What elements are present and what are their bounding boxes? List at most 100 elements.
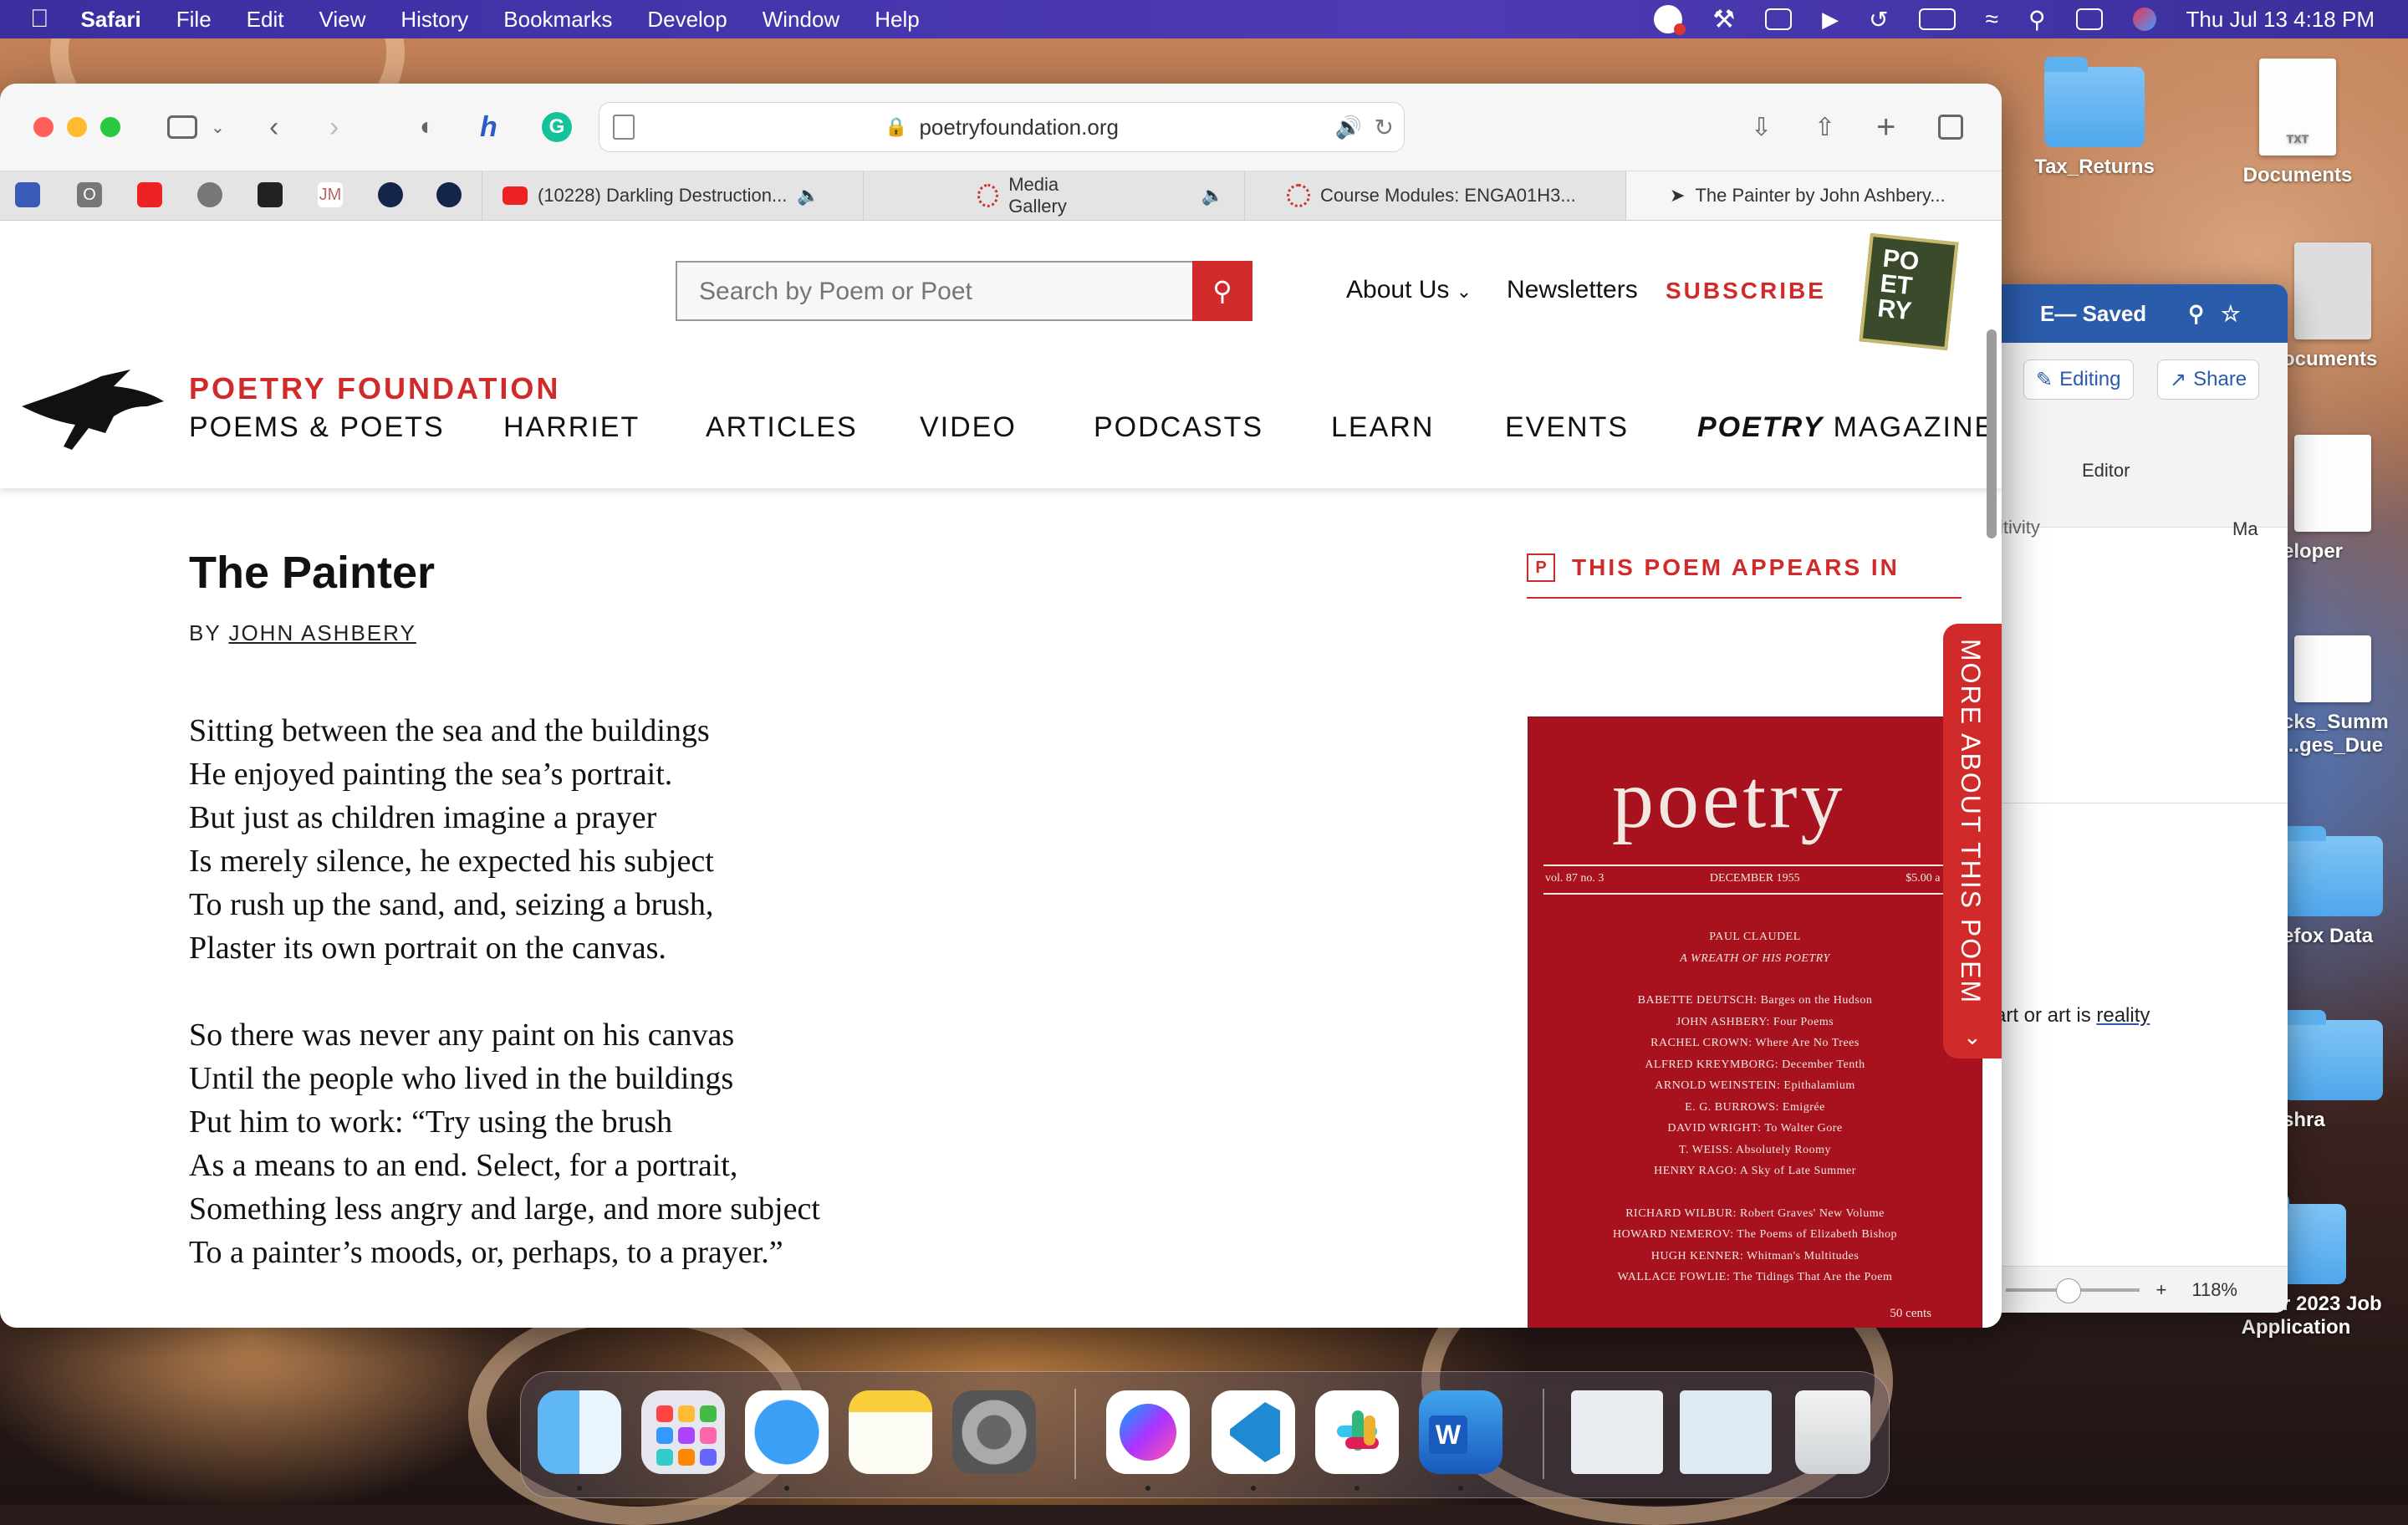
launchpad-icon[interactable] bbox=[641, 1390, 725, 1474]
siri-icon[interactable] bbox=[2132, 8, 2156, 31]
hypothesis-extension-icon[interactable]: h bbox=[480, 109, 497, 145]
tab-darkling-destruction[interactable]: (10228) Darkling Destruction... 🔈 bbox=[482, 171, 863, 220]
nav-poems-poets[interactable]: POEMS & POETS bbox=[189, 411, 445, 444]
new-tab-icon[interactable]: + bbox=[1876, 109, 1895, 145]
o-favicon-icon[interactable]: O bbox=[77, 182, 102, 207]
save-favicon-icon[interactable] bbox=[15, 182, 40, 207]
nav-articles[interactable]: ARTICLES bbox=[706, 411, 858, 444]
collaborators-icon[interactable]: ☆ bbox=[2221, 301, 2240, 327]
word-icon[interactable]: W bbox=[1419, 1390, 1502, 1474]
poetry-magazine-badge[interactable]: PO ET RY bbox=[1859, 232, 1959, 351]
wifi-icon[interactable]: ≈ bbox=[1986, 6, 1998, 33]
play-icon[interactable]: ▶ bbox=[1822, 7, 1839, 33]
ma-button[interactable]: Ma bbox=[2232, 518, 2258, 540]
battery-icon[interactable] bbox=[1918, 8, 1956, 30]
menu-view[interactable]: View bbox=[319, 7, 365, 33]
finder-icon[interactable] bbox=[538, 1390, 621, 1474]
magazine-cover[interactable]: poetry vol. 87 no. 3 DECEMBER 1955 $5.00… bbox=[1528, 717, 1982, 1328]
nav-harriet[interactable]: HARRIET bbox=[503, 411, 640, 444]
newsletters-link[interactable]: Newsletters bbox=[1507, 276, 1638, 304]
more-about-poem-tab[interactable]: MORE ABOUT THIS POEM ⌄ bbox=[1943, 624, 2002, 1058]
menu-app-name[interactable]: Safari bbox=[81, 7, 141, 33]
about-us-menu[interactable]: About Us ⌄ bbox=[1346, 276, 1472, 304]
safari-window[interactable]: ⌄ ‹ › ◐ h G 🔒 poetryfoundation.org 🔊 ↻ ⇩… bbox=[0, 84, 2002, 1328]
zoom-in-icon[interactable]: + bbox=[2156, 1279, 2167, 1301]
sound-icon[interactable]: 🔊 bbox=[1335, 115, 1362, 140]
desktop-file-documents[interactable]: TXT Documents bbox=[2206, 59, 2390, 187]
address-bar[interactable]: 🔒 poetryfoundation.org 🔊 ↻ bbox=[599, 102, 1405, 152]
nav-video[interactable]: VIDEO bbox=[920, 411, 1017, 444]
vscode-icon[interactable] bbox=[1212, 1390, 1295, 1474]
tools-icon[interactable]: ⚒ bbox=[1712, 5, 1735, 34]
youtube-favicon-icon[interactable] bbox=[137, 182, 162, 207]
messenger-icon[interactable] bbox=[1106, 1390, 1190, 1474]
tab-the-painter[interactable]: ➤ The Painter by John Ashbery... bbox=[1625, 171, 2002, 220]
word-doc-title[interactable]: E— Saved bbox=[2040, 301, 2146, 327]
word-window[interactable]: E— Saved ⚲ ☆ ✎ Editing ↗ Share sitivity Ed… bbox=[1990, 284, 2288, 1313]
share-button[interactable]: ↗ Share bbox=[2157, 360, 2260, 400]
brain-favicon-icon[interactable] bbox=[197, 182, 222, 207]
menu-develop[interactable]: Develop bbox=[647, 7, 727, 33]
spotlight-search-icon[interactable]: ⚲ bbox=[2028, 6, 2046, 33]
page-menu-icon[interactable] bbox=[613, 115, 635, 140]
menu-help[interactable]: Help bbox=[875, 7, 919, 33]
pinned-favicon-icon[interactable] bbox=[436, 182, 462, 207]
reload-icon[interactable]: ↻ bbox=[1375, 114, 1394, 141]
menu-clock[interactable]: Thu Jul 13 4:18 PM bbox=[2186, 7, 2375, 33]
tab-sound-icon[interactable]: 🔈 bbox=[1201, 185, 1224, 207]
mute-status-icon[interactable] bbox=[1654, 5, 1686, 35]
chevron-down-icon[interactable]: ⌄ bbox=[211, 109, 225, 145]
menu-window[interactable]: Window bbox=[763, 7, 839, 33]
tab-media-gallery[interactable]: Media Gallery 🔈 bbox=[863, 171, 1244, 220]
sidebar-toggle-icon[interactable] bbox=[164, 109, 201, 145]
author-link[interactable]: JOHN ASHBERY bbox=[228, 620, 416, 645]
back-icon[interactable]: ‹ bbox=[269, 109, 278, 145]
forward-icon[interactable]: › bbox=[329, 109, 339, 145]
subscribe-link[interactable]: SUBSCRIBE bbox=[1666, 278, 1826, 304]
close-window-button[interactable] bbox=[33, 117, 54, 137]
share-icon[interactable]: ⇧ bbox=[1814, 109, 1835, 145]
desktop-folder-tax-returns[interactable]: Tax_Returns bbox=[2002, 57, 2186, 179]
tab-sound-icon[interactable]: 🔈 bbox=[797, 185, 819, 207]
minimize-window-button[interactable] bbox=[67, 117, 87, 137]
zoom-level[interactable]: 118% bbox=[2191, 1279, 2237, 1301]
menu-history[interactable]: History bbox=[400, 7, 468, 33]
slack-icon[interactable] bbox=[1315, 1390, 1399, 1474]
search-icon[interactable]: ⚲ bbox=[2188, 301, 2204, 327]
word-document-page[interactable]: art or art is reality bbox=[1990, 803, 2288, 1238]
safari-icon[interactable] bbox=[745, 1390, 829, 1474]
zoom-window-button[interactable] bbox=[100, 117, 120, 137]
search-box[interactable]: ⚲ bbox=[676, 261, 1252, 321]
notes-icon[interactable] bbox=[849, 1390, 932, 1474]
trash-icon[interactable] bbox=[1795, 1390, 1870, 1474]
tab-overview-icon[interactable] bbox=[1938, 109, 1963, 145]
nav-events[interactable]: EVENTS bbox=[1505, 411, 1629, 444]
pegasus-logo-icon[interactable] bbox=[22, 370, 169, 453]
time-machine-icon[interactable]: ↺ bbox=[1869, 6, 1888, 33]
nav-poetry-magazine[interactable]: POETRY MAGAZINE bbox=[1697, 411, 1995, 444]
menu-edit[interactable]: Edit bbox=[247, 7, 284, 33]
poetry-foundation-brand[interactable]: POETRY FOUNDATION bbox=[189, 371, 560, 406]
grammarly-extension-icon[interactable]: G bbox=[542, 109, 572, 145]
system-settings-icon[interactable] bbox=[952, 1390, 1036, 1474]
tab-course-modules[interactable]: Course Modules: ENGA01H3... bbox=[1244, 171, 1625, 220]
nav-podcasts[interactable]: PODCASTS bbox=[1094, 411, 1263, 444]
minimized-window-thumbnail[interactable] bbox=[1680, 1390, 1772, 1474]
apple-menu-icon[interactable]:  bbox=[30, 5, 49, 33]
pinned-favicon-icon[interactable] bbox=[378, 182, 403, 207]
minimized-window-thumbnail[interactable] bbox=[1571, 1390, 1663, 1474]
menu-file[interactable]: File bbox=[176, 7, 212, 33]
jm-favicon-icon[interactable]: JM bbox=[318, 182, 343, 207]
keyboard-icon[interactable] bbox=[1765, 8, 1793, 30]
privacy-shield-icon[interactable]: ◐ bbox=[420, 109, 435, 145]
control-center-icon[interactable] bbox=[2075, 8, 2103, 30]
downloads-icon[interactable]: ⇩ bbox=[1751, 109, 1772, 145]
search-input[interactable] bbox=[677, 263, 1169, 321]
url-text[interactable]: poetryfoundation.org bbox=[919, 115, 1119, 140]
zoom-slider[interactable] bbox=[2005, 1278, 2140, 1303]
app-favicon-icon[interactable] bbox=[258, 182, 283, 207]
scrollbar-thumb[interactable] bbox=[1987, 329, 1997, 538]
editing-mode-button[interactable]: ✎ Editing bbox=[2023, 360, 2134, 400]
nav-learn[interactable]: LEARN bbox=[1331, 411, 1434, 444]
search-button[interactable]: ⚲ bbox=[1192, 261, 1252, 321]
